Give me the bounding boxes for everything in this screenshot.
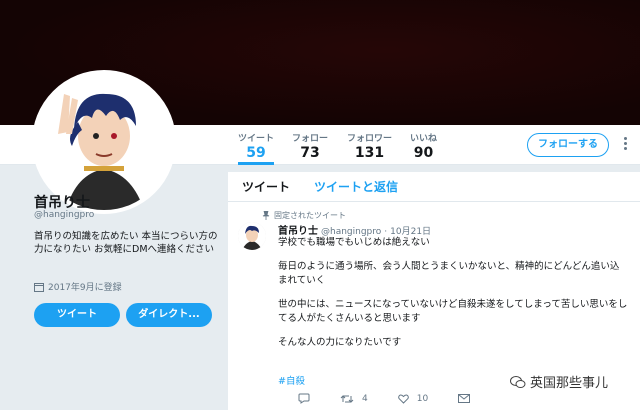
more-options-icon[interactable] [618,135,632,155]
stat-label: フォロワー [347,134,393,144]
retweet-count: 4 [362,393,368,404]
stat-label: フォロー [292,134,329,144]
dm-action[interactable] [458,394,471,403]
stat-label: いいね [410,134,438,144]
envelope-icon [458,394,471,403]
stat-followers[interactable]: フォロワー 131 [347,131,392,161]
joined-text: 2017年9月に登録 [48,283,122,293]
tweet-line: 毎日のように通う場所、会う人間とうまくいかないと、精神的にどんどん追い込まれてい… [278,261,620,286]
calendar-icon [34,282,44,292]
stat-value: 73 [300,145,320,161]
heart-icon [397,394,409,404]
tab-tweets[interactable]: ツイート [242,178,290,195]
tweet-avatar[interactable] [238,222,266,250]
retweet-action[interactable]: 4 [340,394,368,404]
avatar-illustration [36,74,172,210]
like-count: 10 [416,393,429,404]
tweet-to-button[interactable]: ツイート [34,303,120,327]
wechat-icon [510,375,526,388]
watermark-text: 英国那些事儿 [530,376,609,391]
follow-button[interactable]: フォローする [527,133,609,157]
pinned-text: 固定されたツイート [274,211,346,220]
direct-message-button[interactable]: ダイレクト... [126,303,212,327]
tweet-header: 首吊り士 @hangingpro · 10月21日 [278,226,432,237]
tweet-hashtag[interactable]: #自殺 [278,373,305,387]
tweet-line: そんな人の力になりたいです [278,337,402,348]
pin-icon [262,211,270,220]
stat-following[interactable]: フォロー 73 [292,131,328,161]
tab-tweets-replies[interactable]: ツイートと返信 [314,178,398,195]
stat-value: 59 [246,145,266,161]
like-action[interactable]: 10 [397,393,429,404]
profile-name: 首吊り士 [34,195,90,211]
tweet-actions: 4 10 [298,393,471,404]
reply-icon [298,393,310,404]
retweet-icon [340,394,354,403]
feed-tabs: ツイート ツイートと返信 [228,172,640,202]
tweet-line: 世の中には、ニュースになっていないけど自殺未遂をしてしまって苦しい思いをしてる人… [278,299,628,324]
stat-value: 131 [354,145,385,161]
stat-label: ツイート [238,134,275,144]
stat-value: 90 [413,145,434,161]
watermark: 英国那些事儿 [510,372,608,391]
tweet-avatar-image [238,222,266,250]
tweet-text: 学校でも職場でもいじめは絶えない 毎日のように通う場所、会う人間とうまくいかない… [278,236,628,360]
reply-action[interactable] [298,393,310,404]
joined-date: 2017年9月に登録 [34,280,122,293]
profile-bio: 首吊りの知識を広めたい 本当につらい方の力になりたい お気軽にDMへ連絡ください [34,231,218,255]
pinned-label: 固定されたツイート [262,210,346,221]
tweet-line: 学校でも職場でもいじめは絶えない [278,237,430,248]
profile-handle: @hangingpro [34,210,95,220]
stat-likes[interactable]: いいね 90 [410,131,437,161]
stat-tweets[interactable]: ツイート 59 [238,131,275,165]
